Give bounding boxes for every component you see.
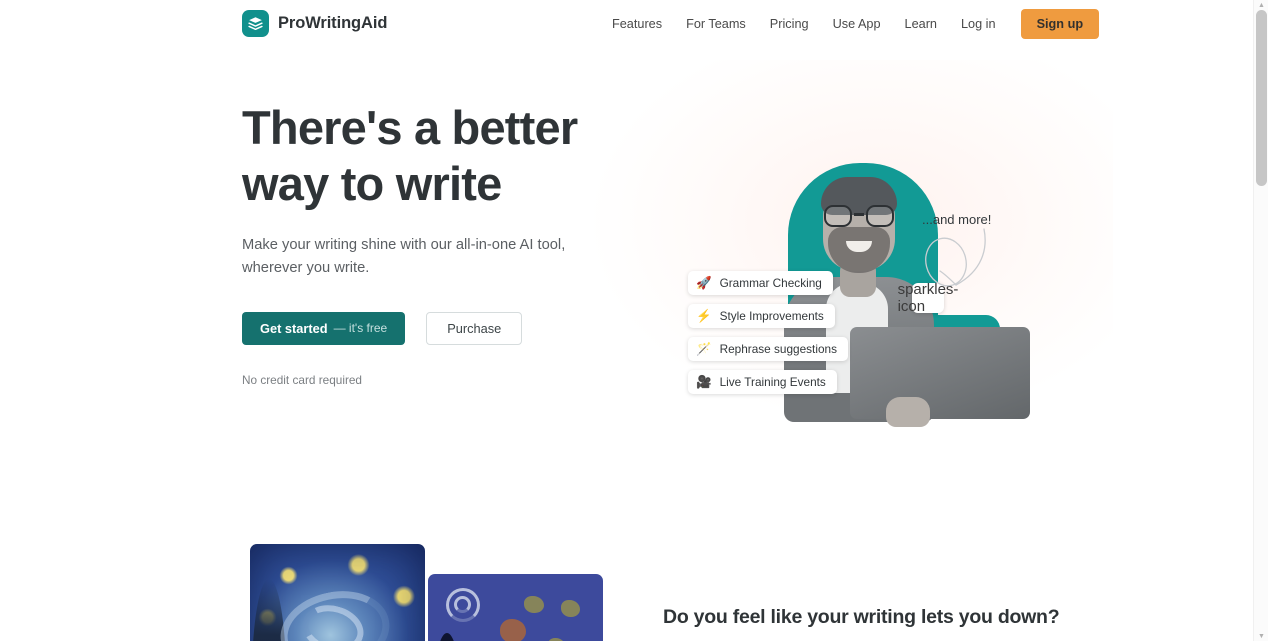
get-started-label: Get started xyxy=(260,320,328,336)
feature-chip-label: Style Improvements xyxy=(719,309,824,323)
scroll-up-arrow-icon[interactable]: ▲ xyxy=(1254,0,1268,10)
main-navigation: Features For Teams Pricing Use App Learn… xyxy=(600,0,1100,48)
writing-lets-you-down-section: My idea in my head Do you feel like your… xyxy=(0,544,1253,641)
nav-item-pricing[interactable]: Pricing xyxy=(758,12,821,37)
laptop-shape xyxy=(850,327,1030,419)
get-started-sublabel: — it's free xyxy=(333,321,388,336)
section-title: Do you feel like your writing lets you d… xyxy=(663,606,1060,628)
flat-simplified-painting xyxy=(428,574,603,641)
starry-night-painting xyxy=(250,544,425,641)
lightning-icon: ⚡ xyxy=(696,308,712,323)
hero-illustration: sparkles-icon 🚀 Grammar Checking ⚡ Style… xyxy=(660,143,1080,443)
get-started-button[interactable]: Get started — it's free xyxy=(242,311,406,345)
glasses-icon xyxy=(822,205,896,227)
scrollbar-thumb[interactable] xyxy=(1256,10,1267,186)
section-copy: Do you feel like your writing lets you d… xyxy=(663,606,1060,641)
scroll-down-arrow-icon[interactable]: ▼ xyxy=(1254,631,1268,641)
hero-subtitle: Make your writing shine with our all-in-… xyxy=(242,236,566,276)
purchase-button[interactable]: Purchase xyxy=(426,311,523,345)
feature-chip-label: Rephrase suggestions xyxy=(719,342,837,356)
nav-item-use-app[interactable]: Use App xyxy=(821,12,893,37)
hero-copy: There's a better way to write Make your … xyxy=(242,100,642,387)
rocket-icon: 🚀 xyxy=(696,275,712,290)
site-header: ProWritingAid Features For Teams Pricing… xyxy=(0,0,1253,48)
feature-chip-style-improvements: ⚡ Style Improvements xyxy=(688,304,835,328)
hero-title: There's a better way to write xyxy=(242,101,578,210)
feature-chip-rephrase-suggestions: 🪄 Rephrase suggestions xyxy=(688,337,848,361)
brand-name: ProWritingAid xyxy=(278,14,388,32)
and-more-annotation: ...and more! xyxy=(922,211,992,287)
nav-item-learn[interactable]: Learn xyxy=(893,12,949,37)
hero-section: There's a better way to write Make your … xyxy=(0,48,1253,498)
and-more-label: ...and more! xyxy=(922,212,992,227)
nav-item-log-in[interactable]: Log in xyxy=(949,12,1008,37)
feature-chip-grammar-checking: 🚀 Grammar Checking xyxy=(688,271,833,295)
feature-chip-list: 🚀 Grammar Checking ⚡ Style Improvements … xyxy=(688,271,848,394)
feature-chip-label: Live Training Events xyxy=(719,375,826,389)
book-pages-icon xyxy=(242,10,269,37)
nav-item-for-teams[interactable]: For Teams xyxy=(674,12,758,37)
magic-wand-icon: 🪄 xyxy=(696,341,712,356)
hand-drawn-arrow-icon xyxy=(925,228,986,287)
nav-item-features[interactable]: Features xyxy=(600,12,674,37)
feature-chip-live-training-events: 🎥 Live Training Events xyxy=(688,370,837,394)
page-scrollbar[interactable]: ▲ ▼ xyxy=(1253,0,1268,641)
page-viewport: ProWritingAid Features For Teams Pricing… xyxy=(0,0,1253,641)
hero-cta-group: Get started — it's free Purchase xyxy=(242,311,642,345)
brand-logo-link[interactable]: ProWritingAid xyxy=(242,10,387,37)
feature-chip-label: Grammar Checking xyxy=(719,276,822,290)
sign-up-button[interactable]: Sign up xyxy=(1020,8,1100,40)
video-camera-icon: 🎥 xyxy=(696,374,712,389)
no-credit-card-note: No credit card required xyxy=(242,372,362,387)
